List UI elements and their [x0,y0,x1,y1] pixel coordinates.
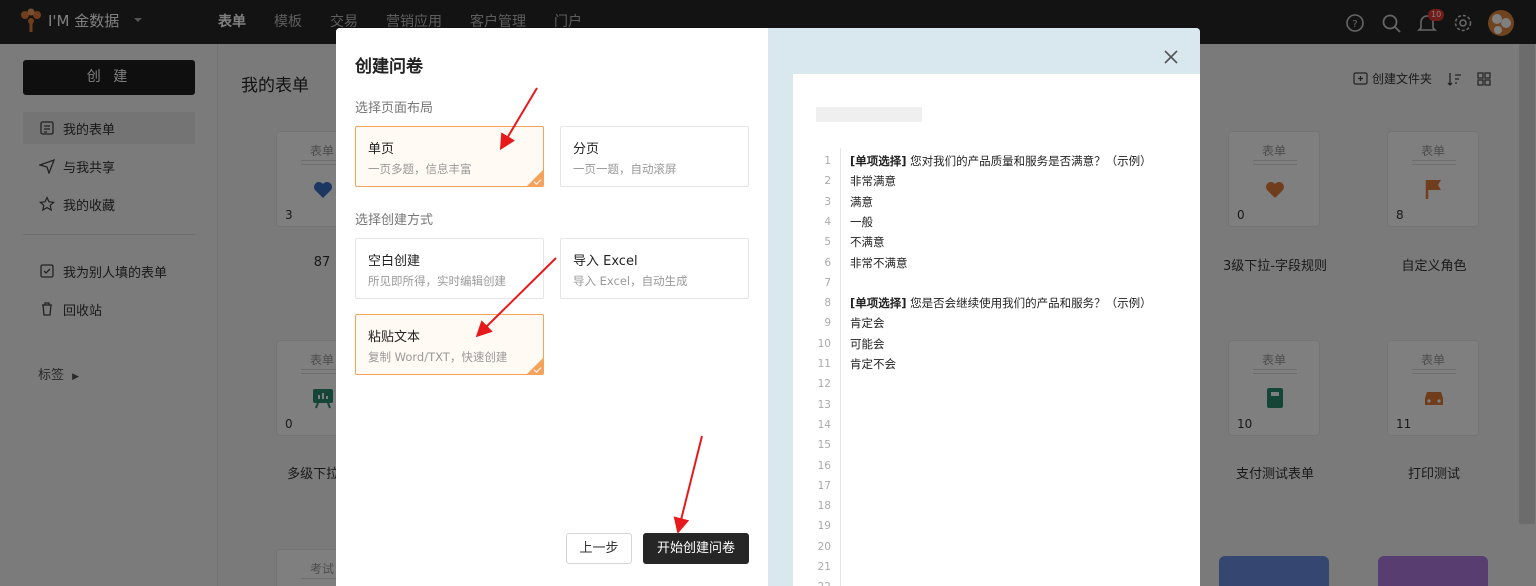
line-number: 21 [817,561,831,573]
preview-line: 一般 [850,214,873,230]
preview-line: [单项选择] 您是否会继续使用我们的产品和服务？（示例） [850,295,1152,311]
line-number: 10 [817,337,831,350]
method-section-label: 选择创建方式 [355,213,434,228]
preview-line: 非常不满意 [850,255,908,271]
line-text: 满意 [850,194,873,209]
dialog-title: 创建问卷 [355,57,423,77]
line-number: 6 [824,256,831,269]
preview-line: 肯定不会 [850,356,896,372]
line-number: 7 [824,276,831,289]
line-number: 5 [824,236,831,249]
line-number: 14 [817,418,831,431]
line-text: 您是否会继续使用我们的产品和服务？（示例） [906,296,1152,311]
line-number: 9 [824,317,831,330]
line-number: 12 [817,378,831,391]
line-text: 您对我们的产品质量和服务是否满意？（示例） [906,154,1152,168]
line-number: 4 [824,215,831,228]
line-number: 16 [817,459,831,472]
line-number: 17 [817,479,831,492]
line-number: 13 [817,398,831,411]
option-title: 空白创建 [368,254,421,269]
start-create-survey-button[interactable]: 开始创建问卷 [643,533,749,564]
line-number: 20 [817,540,831,553]
option-description: 一页一题，自动滚屏 [573,162,677,176]
create-survey-dialog: 创建问卷 选择页面布局 单页 一页多题，信息丰富 分页 一页一题，自动滚屏 选择… [336,28,1200,586]
preview-line: 满意 [850,194,873,210]
option-title: 单页 [368,142,395,157]
option-title: 导入 Excel [573,254,638,269]
option-description: 导入 Excel，自动生成 [573,274,688,288]
option-title: 分页 [573,142,600,157]
option-description: 一页多题，信息丰富 [368,162,472,176]
preview-title-placeholder [816,107,922,122]
close-icon[interactable] [1162,48,1180,66]
layout-option-paged[interactable]: 分页 一页一题，自动滚屏 [560,126,749,187]
layout-option-single-page[interactable]: 单页 一页多题，信息丰富 [355,126,544,187]
line-text: 不满意 [850,235,885,250]
preview-line: 不满意 [850,234,885,250]
option-title: 粘贴文本 [368,330,421,345]
question-type-tag: [单项选择] [850,296,907,311]
preview-line: 肯定会 [850,315,885,331]
line-number: 15 [817,439,831,452]
question-type-tag: [单项选择] [850,154,907,168]
method-option-paste-text[interactable]: 粘贴文本 复制 Word/TXT，快速创建 [355,314,544,375]
preview-line: 可能会 [850,336,885,352]
line-text: 肯定会 [850,316,885,331]
dialog-options-panel: 创建问卷 选择页面布局 单页 一页多题，信息丰富 分页 一页一题，自动滚屏 选择… [336,28,768,586]
line-text: 可能会 [850,336,885,351]
layout-section-label: 选择页面布局 [355,101,434,116]
line-number: 11 [817,358,831,370]
previous-step-button[interactable]: 上一步 [566,533,632,564]
line-number: 18 [817,500,831,513]
line-text: 一般 [850,214,873,229]
line-number: 3 [824,195,831,208]
line-number: 19 [817,520,831,533]
preview-line: [单项选择] 您对我们的产品质量和服务是否满意？（示例） [850,153,1152,169]
line-number: 1 [824,155,831,167]
preview-line: 非常满意 [850,173,896,189]
method-option-import-excel[interactable]: 导入 Excel 导入 Excel，自动生成 [560,238,749,299]
line-number-gutter: 12345678910111213141516171819202122 [793,148,841,586]
line-text: 非常满意 [850,174,896,189]
option-description: 复制 Word/TXT，快速创建 [368,350,508,364]
line-number: 22 [793,581,831,586]
line-text: 肯定不会 [850,357,896,371]
line-number: 8 [824,297,831,310]
line-text: 非常不满意 [850,255,908,270]
method-option-blank[interactable]: 空白创建 所见即所得，实时编辑创建 [355,238,544,299]
text-preview-editor[interactable]: 12345678910111213141516171819202122 [单项选… [793,74,1200,586]
dialog-preview-panel: 12345678910111213141516171819202122 [单项选… [768,28,1200,586]
option-description: 所见即所得，实时编辑创建 [368,274,506,288]
line-number: 2 [824,175,831,188]
